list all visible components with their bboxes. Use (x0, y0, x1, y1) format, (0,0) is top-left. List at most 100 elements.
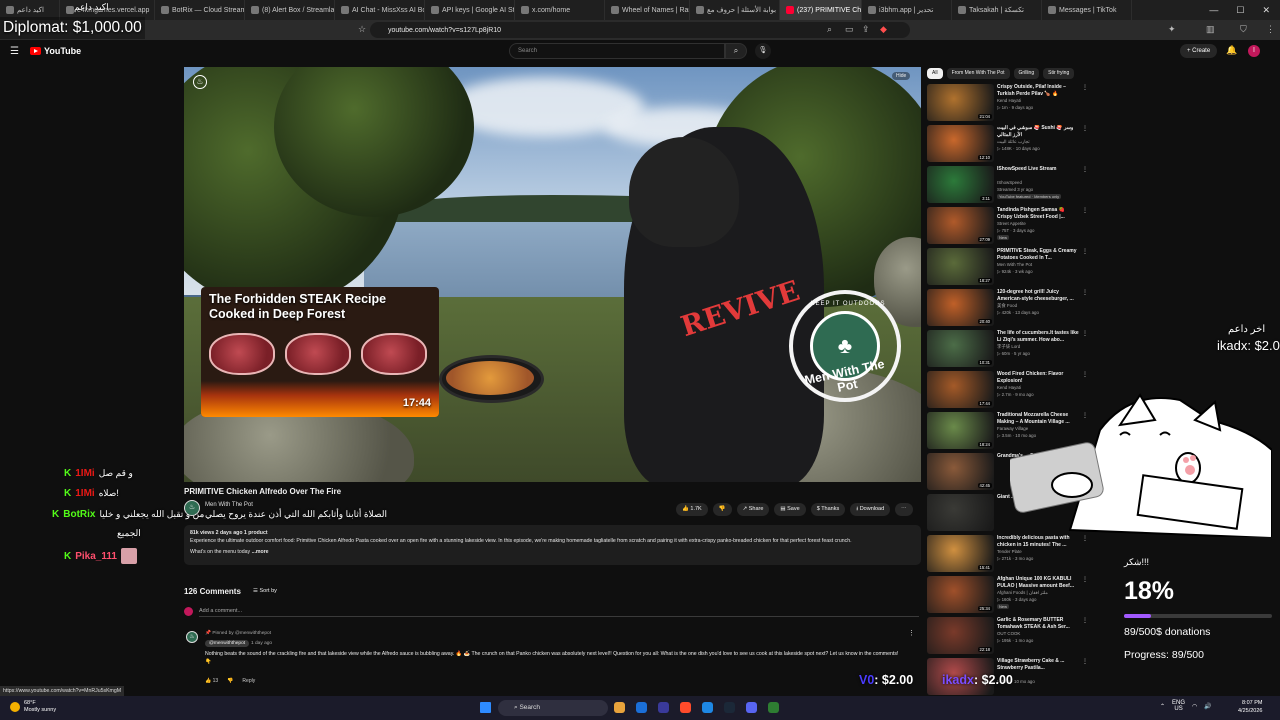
browser-tab[interactable]: بوابة الأسئلة | حروف مع (690, 0, 780, 20)
reply-button[interactable]: Reply (242, 678, 255, 684)
recommended-thumbnail[interactable]: 3:11 (927, 166, 994, 203)
recommended-channel[interactable]: Afghani Foods | ملتر افغان (997, 590, 1048, 596)
channel-name[interactable]: Men With The Pot (205, 502, 253, 508)
taskbar-search[interactable]: ⌕ Search (498, 700, 608, 716)
recommended-thumbnail[interactable]: 42:45 (927, 453, 994, 490)
dislike-button[interactable]: 👎 (712, 503, 732, 516)
recommended-more-icon[interactable]: ⋮ (1082, 658, 1088, 665)
sort-button[interactable]: ☰ Sort by (253, 588, 277, 594)
channel-watermark-icon[interactable]: ♨ (193, 75, 207, 89)
zoom-icon[interactable]: ⌕ (827, 24, 832, 35)
recommended-more-icon[interactable]: ⋮ (1082, 576, 1088, 583)
recommended-thumbnail[interactable]: 18:27 (927, 248, 994, 285)
browser-tab[interactable]: x.com/home (515, 0, 605, 20)
thanks-button[interactable]: $ Thanks (810, 503, 846, 516)
account-avatar[interactable]: I (1248, 45, 1260, 57)
recommended-title[interactable]: Garlic & Rosemary BUTTER Tomahawk STEAK … (997, 617, 1081, 630)
recommended-title[interactable]: The life of cucumbers.It tastes like Li … (997, 330, 1081, 343)
video-player[interactable]: REVIVE The Forbidden STEAK Recipe Cooked… (184, 67, 921, 482)
recommended-video[interactable]: 21:04 Crispy Outside, Pilaf Inside – Turk… (927, 84, 1092, 122)
browser-tab[interactable]: Wheel of Names | Rand (605, 0, 690, 20)
recommended-thumbnail[interactable] (927, 494, 994, 531)
recommended-video[interactable]: 25:34 Afghan Unique 100 KG KABULI PULAO |… (927, 576, 1092, 614)
recommended-channel[interactable]: OUT COOK (997, 631, 1020, 636)
tray-chevron-icon[interactable]: ⌃ (1160, 703, 1165, 710)
recommended-video[interactable]: 3:11 IShowSpeed Live Stream IShowSpeed Stre… (927, 166, 1092, 204)
recommended-video[interactable]: 15:41 Incredibly delicious pasta with chi… (927, 535, 1092, 573)
recommended-more-icon[interactable]: ⋮ (1082, 617, 1088, 624)
hide-button[interactable]: Hide (892, 72, 911, 80)
recommended-thumbnail[interactable]: 12:10 (927, 125, 994, 162)
comment-author[interactable]: @menwiththepot (205, 640, 250, 647)
xbox-icon[interactable] (768, 702, 779, 713)
taskbar-clock[interactable]: 8:07 PM 4/25/2026 (1238, 699, 1262, 715)
recommended-channel[interactable]: 美食 Food (997, 303, 1017, 309)
browser-tab[interactable]: API keys | Google AI Stud (425, 0, 515, 20)
share-icon[interactable]: ⇪ (862, 24, 870, 35)
recommended-title[interactable]: 120-degree hot grill! Juicy American-sty… (997, 289, 1081, 302)
recommended-more-icon[interactable]: ⋮ (1082, 207, 1088, 214)
save-button[interactable]: ▤ Save (774, 503, 806, 516)
like-button[interactable]: 👍 1.7K (676, 503, 708, 516)
recommended-thumbnail[interactable]: 20:40 (927, 289, 994, 326)
add-comment-input[interactable]: Add a comment... (199, 608, 919, 617)
close-icon[interactable]: ✕ (1262, 5, 1270, 16)
recommended-title[interactable]: Wood Fired Chicken: Flavor Explosion! (997, 371, 1081, 384)
recommended-title[interactable]: Crispy Outside, Pilaf Inside – Turkish P… (997, 84, 1081, 97)
chrome-icon[interactable] (702, 702, 713, 713)
comment-more-icon[interactable]: ⋮ (908, 629, 915, 637)
more-actions-button[interactable]: ⋯ (895, 503, 913, 516)
comment-time[interactable]: 1 day ago (251, 641, 272, 646)
recommended-video[interactable]: 10:31 The life of cucumbers.It tastes lik… (927, 330, 1092, 368)
weather-widget[interactable]: 68°F Mostly sunny (10, 700, 56, 714)
file-explorer-icon[interactable] (614, 702, 625, 713)
browser-tab[interactable]: (237) PRIMITIVE Ch (780, 0, 862, 20)
comment-avatar[interactable]: ♨ (186, 631, 198, 643)
recommended-more-icon[interactable]: ⋮ (1082, 289, 1088, 296)
comment-like-button[interactable]: 👍 13 (205, 678, 218, 684)
shield-icon[interactable]: ⛉ (1240, 24, 1247, 35)
recommended-channel[interactable]: Kend Hayati (997, 98, 1021, 103)
wifi-icon[interactable]: ◠ (1192, 703, 1197, 710)
recommended-channel[interactable]: 李子柒 Lord (997, 344, 1020, 350)
discord-icon[interactable] (746, 702, 757, 713)
extension-icon[interactable]: ◆ (880, 24, 887, 35)
browser-menu-icon[interactable]: ⋮ (1266, 24, 1275, 35)
description-more[interactable]: ...more (252, 549, 269, 555)
install-icon[interactable]: ▭ (845, 24, 854, 35)
recommended-more-icon[interactable]: ⋮ (1082, 125, 1088, 132)
download-button[interactable]: ⭳ Download (850, 503, 891, 516)
recommended-video[interactable]: 22:18 Garlic & Rosemary BUTTER Tomahawk S… (927, 617, 1092, 655)
volume-icon[interactable]: 🔊 (1204, 703, 1211, 710)
recommended-channel[interactable]: تجارب عائلة البيت (997, 139, 1030, 145)
recommended-thumbnail[interactable]: 18:24 (927, 412, 994, 449)
recommended-thumbnail[interactable]: 15:41 (927, 535, 994, 572)
recommended-title[interactable]: IShowSpeed Live Stream (997, 166, 1081, 173)
maximize-icon[interactable]: ☐ (1236, 5, 1244, 16)
steam-icon[interactable] (724, 702, 735, 713)
browser-tab[interactable]: Messages | TikTok (1042, 0, 1132, 20)
recommended-channel[interactable]: IShowSpeed (997, 180, 1022, 185)
search-input[interactable]: Search (509, 43, 725, 59)
edge-icon[interactable] (636, 702, 647, 713)
share-button[interactable]: ↗ Share (736, 503, 770, 516)
recommended-more-icon[interactable]: ⋮ (1082, 248, 1088, 255)
recommended-thumbnail[interactable]: 17:44 (927, 371, 994, 408)
chip-filter[interactable]: Grilling (1013, 68, 1040, 79)
hamburger-menu-icon[interactable]: ☰ (10, 46, 19, 57)
recommended-video[interactable]: 20:40 120-degree hot grill! Juicy America… (927, 289, 1092, 327)
recommended-more-icon[interactable]: ⋮ (1082, 371, 1088, 378)
store-icon[interactable] (658, 702, 669, 713)
browser-tab[interactable]: BotRix — Cloud Stream (155, 0, 245, 20)
brave-icon[interactable] (680, 702, 691, 713)
recommended-title[interactable]: PRIMITIVE Steak, Eggs & Creamy Potatoes … (997, 248, 1081, 261)
recommended-video[interactable]: 12:10 سوشي في البيت 🍣 Sushi 🍣 وسر الأرز ا… (927, 125, 1092, 163)
recommended-more-icon[interactable]: ⋮ (1082, 84, 1088, 91)
recommended-more-icon[interactable]: ⋮ (1082, 166, 1088, 173)
minimize-icon[interactable]: — (1209, 5, 1218, 15)
recommended-thumbnail[interactable]: 22:18 (927, 617, 994, 654)
chip-filter[interactable]: All (927, 68, 943, 79)
recommended-thumbnail[interactable]: 27:09 (927, 207, 994, 244)
recommended-title[interactable]: Afghan Unique 100 KG KABULI PULAO | Mass… (997, 576, 1081, 589)
browser-tab[interactable]: (8) Alert Box / Streamlab (245, 0, 335, 20)
